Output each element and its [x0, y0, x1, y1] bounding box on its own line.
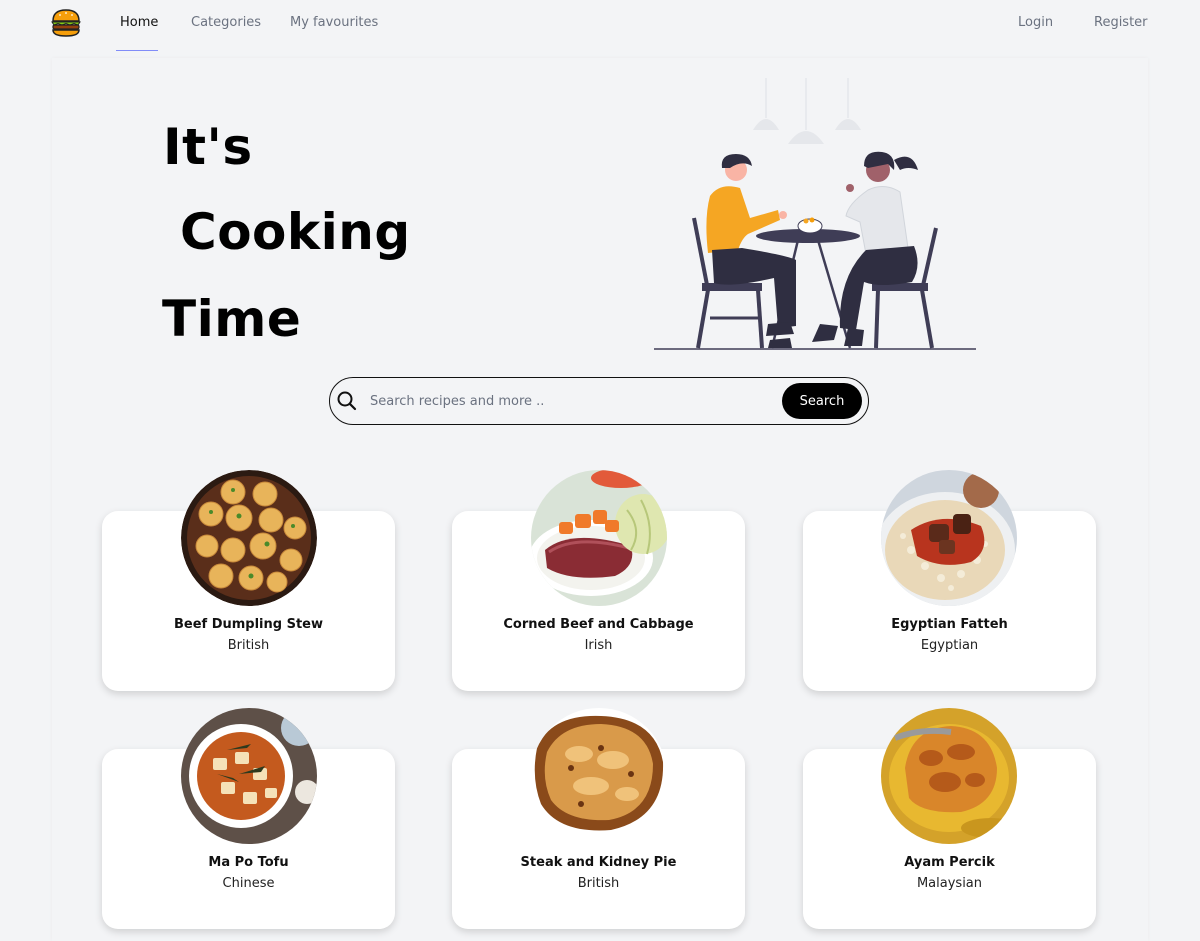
nav-favourites-link[interactable]: My favourites	[290, 15, 378, 30]
search-button[interactable]: Search	[782, 383, 862, 419]
ma-po-tofu-image[interactable]	[181, 708, 317, 844]
recipe-name: Egyptian Fatteh	[891, 617, 1008, 632]
recipe-cuisine: Irish	[584, 638, 613, 653]
recipe-name: Ma Po Tofu	[208, 855, 289, 870]
search-icon	[337, 391, 357, 411]
steak-kidney-pie-image[interactable]	[531, 708, 667, 844]
hero-title-line-2: Cooking	[180, 203, 411, 261]
active-tab-indicator	[116, 50, 158, 51]
recipe-cuisine: Egyptian	[920, 638, 979, 653]
recipe-cuisine: Malaysian	[916, 876, 983, 891]
dining-couple-illustration	[654, 78, 976, 350]
burger-logo-icon[interactable]	[50, 8, 82, 38]
recipe-cuisine: British	[227, 638, 270, 653]
corned-beef-cabbage-image[interactable]	[531, 470, 667, 606]
hero-title-line-3: Time	[162, 290, 302, 348]
search-input[interactable]	[370, 386, 770, 416]
beef-dumpling-stew-image[interactable]	[181, 470, 317, 606]
login-link[interactable]: Login	[1018, 15, 1053, 30]
recipe-name: Ayam Percik	[904, 855, 995, 870]
recipe-name: Beef Dumpling Stew	[173, 617, 324, 632]
recipe-cuisine: British	[577, 876, 620, 891]
recipe-name: Steak and Kidney Pie	[520, 855, 677, 870]
recipe-cuisine: Chinese	[222, 876, 275, 891]
hero-title-line-1: It's	[163, 118, 253, 176]
recipe-name: Corned Beef and Cabbage	[503, 617, 694, 632]
nav-categories-link[interactable]: Categories	[191, 15, 261, 30]
ayam-percik-image[interactable]	[881, 708, 1017, 844]
search-bar: Search	[329, 377, 869, 425]
top-nav: Home Categories My favourites Login Regi…	[0, 0, 1200, 51]
register-link[interactable]: Register	[1094, 15, 1148, 30]
egyptian-fatteh-image[interactable]	[881, 470, 1017, 606]
nav-home-link[interactable]: Home	[120, 15, 158, 30]
